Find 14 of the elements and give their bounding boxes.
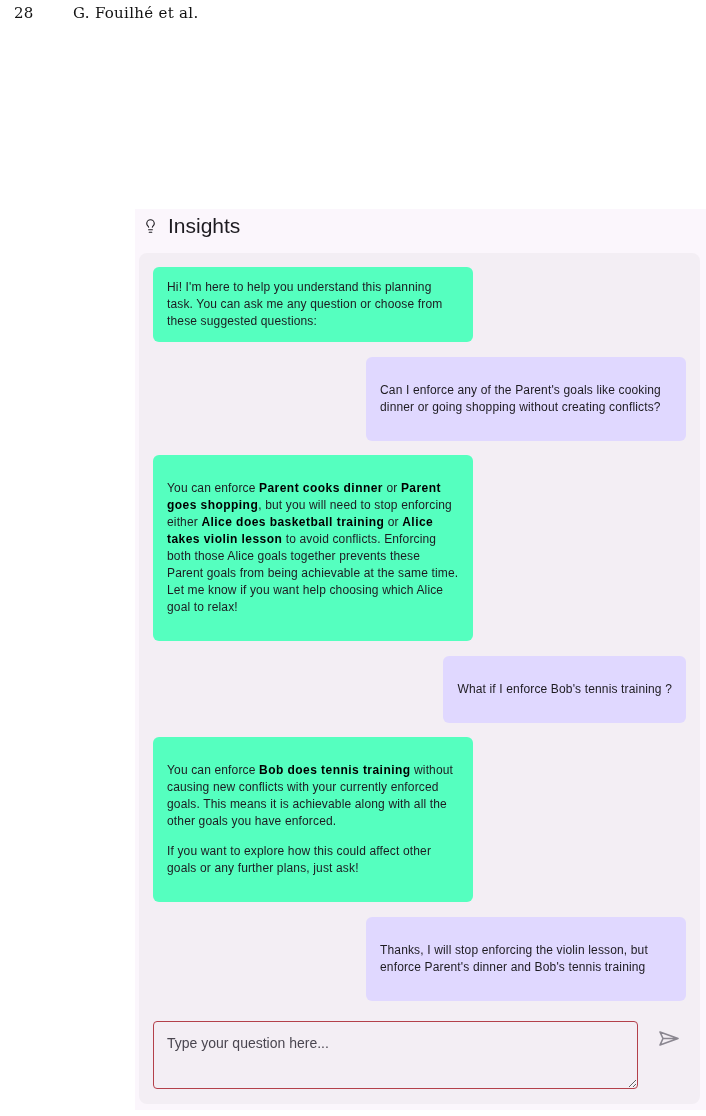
question-field[interactable]: Type your question here...	[153, 1021, 638, 1089]
message-text: Thanks, I will stop enforcing the violin lesson, but enforce Parent's dinner and Bob's tennis training	[380, 941, 649, 976]
page-number: 28	[14, 4, 35, 22]
running-title: G. Fouilhé et al.	[73, 4, 199, 22]
message-text: Can I enforce any of the Parent's goals like cooking dinner or going shopping without creating conflicts?	[380, 381, 662, 416]
send-button[interactable]	[659, 1031, 679, 1046]
panel-title: Insights	[168, 214, 241, 238]
message-text: If you want to explore how this could affect other goals or any further plans, just ask!	[167, 843, 433, 877]
lightbulb-icon	[143, 218, 158, 234]
message-text: You can enforce Bob does tennis training without causing new conflicts with your currently enforced goals. This means it is achievable along with all the other goals you have enforced.	[167, 762, 455, 830]
message-text: What if I enforce Bob's tennis training ?	[457, 680, 672, 698]
message-text: Hi! I'm here to help you understand this planning task. You can ask me any question or choose from these suggested questions:	[167, 279, 444, 330]
message-text: You can enforce Parent cooks dinner or Parent goes shopping, but you will need to stop enforcing either Alice does basketball training or Alice takes violin lesson to avoid conflicts. Enforcing both those Alice goals together prevents these Parent goals from being achievable at the same time. Let me know if you want help choosing which Alice goal to relax!	[167, 480, 459, 616]
send-icon	[659, 1031, 679, 1046]
